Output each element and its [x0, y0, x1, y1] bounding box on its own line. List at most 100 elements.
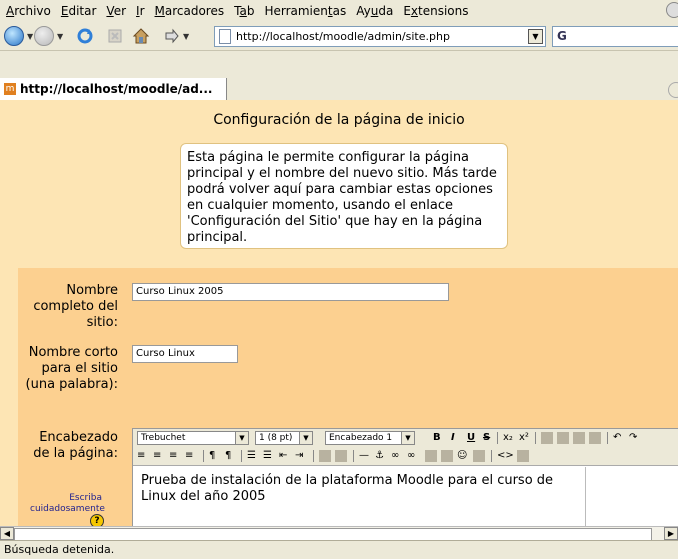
superscript-icon[interactable]: x² [519, 431, 529, 445]
stop-button[interactable] [106, 26, 124, 46]
subscript-icon[interactable]: x₂ [503, 431, 513, 445]
page-icon [219, 29, 231, 44]
html-editor[interactable]: Trebuchet ▼ 1 (8 pt) ▼ Encabezado 1 ▼ B I U… [132, 428, 678, 526]
reload-icon [77, 28, 93, 44]
scroll-right-icon[interactable]: ▶ [664, 527, 678, 540]
search-engine-icon[interactable]: G [557, 29, 567, 43]
search-box[interactable]: G [552, 26, 678, 47]
reload-button[interactable] [76, 26, 94, 46]
editor-guide-line [585, 467, 586, 526]
throbber-icon [666, 2, 678, 18]
ltr-icon[interactable]: ¶ [209, 449, 215, 463]
ordered-list-icon[interactable]: ☰ [247, 449, 256, 463]
help-text[interactable]: Escriba cuidadosamente [30, 493, 105, 515]
format-select[interactable]: Encabezado 1 ▼ [325, 431, 415, 445]
cut-icon[interactable] [557, 432, 569, 444]
forward-button[interactable]: ▼ [34, 26, 63, 46]
horizontal-rule-icon[interactable]: — [359, 449, 369, 463]
toolbar-separator [313, 450, 314, 462]
editor-content[interactable]: Prueba de instalación de la plataforma M… [141, 473, 581, 505]
header-label: Encabezado de la página: [33, 430, 118, 461]
menu-archivo[interactable]: Archivo [6, 4, 51, 18]
size-select[interactable]: 1 (8 pt) ▼ [255, 431, 313, 445]
fullname-label: Nombre completo del sitio: [33, 283, 118, 330]
underline-icon[interactable]: U [467, 431, 475, 445]
menu-accelerator: M [154, 4, 165, 18]
help-icon[interactable]: ? [90, 514, 104, 526]
go-dropdown-icon[interactable]: ▼ [183, 32, 189, 41]
indent-icon[interactable]: ⇥ [295, 449, 303, 463]
tab-close-icon[interactable] [668, 82, 678, 98]
toolbar-separator [607, 432, 608, 444]
menu-tab[interactable]: Tab [234, 4, 254, 18]
menu-extensions[interactable]: Extensions [403, 4, 468, 18]
size-select-arrow-icon: ▼ [299, 432, 312, 444]
tab-moodle[interactable]: m http://localhost/moodle/ad... [0, 78, 227, 100]
bold-icon[interactable]: B [433, 431, 441, 445]
justify-icon[interactable]: ≡ [185, 449, 193, 463]
shortname-label: Nombre corto para el sitio (una palabra)… [25, 345, 118, 392]
address-url[interactable]: http://localhost/moodle/admin/site.php [236, 30, 450, 43]
shortname-input[interactable]: Curso Linux [132, 345, 238, 363]
page-heading: Configuración de la página de inicio [213, 112, 465, 128]
menu-ver[interactable]: Ver [106, 4, 126, 18]
tab-title: http://localhost/moodle/ad... [20, 82, 213, 96]
forward-dropdown-icon[interactable]: ▼ [57, 32, 63, 41]
back-dropdown-icon[interactable]: ▼ [27, 32, 33, 41]
address-bar[interactable]: http://localhost/moodle/admin/site.php ▼ [214, 26, 546, 47]
anchor-icon[interactable]: ⚓ [375, 449, 384, 463]
fullname-input[interactable]: Curso Linux 2005 [132, 283, 449, 301]
go-arrow-icon [165, 28, 179, 44]
outdent-icon[interactable]: ⇤ [279, 449, 287, 463]
menu-ayuda[interactable]: Ayuda [356, 4, 393, 18]
align-center-icon[interactable]: ≡ [153, 449, 161, 463]
special-char-icon[interactable] [473, 450, 485, 462]
font-select-value: Trebuchet [141, 433, 186, 443]
menu-herramientas[interactable]: Herramientas [264, 4, 346, 18]
status-bar: Búsqueda detenida. [0, 540, 678, 559]
page-viewport: Configuración de la página de inicio Est… [0, 100, 678, 526]
menu-ir[interactable]: Ir [136, 4, 144, 18]
redo-icon[interactable]: ↷ [629, 431, 637, 445]
address-dropdown-icon[interactable]: ▼ [528, 29, 543, 44]
background-color-icon[interactable] [335, 450, 347, 462]
paste-icon[interactable] [573, 432, 585, 444]
italic-icon[interactable]: I [451, 431, 455, 445]
horizontal-scrollbar[interactable]: ◀ ▶ [0, 526, 678, 541]
table-icon[interactable] [441, 450, 453, 462]
navigation-toolbar: ▼ ▼ ▼ http://localhost/moodle/admin/site… [0, 22, 678, 51]
menu-marcadores[interactable]: Marcadores [155, 4, 225, 18]
editor-toolbar-2: ≡ ≡ ≡ ≡ ¶ ¶ ☰ ☰ ⇤ ⇥ — ⚓ ∞ ∞ ☺ <> [133, 447, 678, 466]
link-icon[interactable]: ∞ [391, 449, 399, 463]
menu-editar[interactable]: Editar [61, 4, 97, 18]
rtl-icon[interactable]: ¶ [225, 449, 231, 463]
undo-icon[interactable]: ↶ [613, 431, 621, 445]
menu-accelerator: I [136, 4, 140, 18]
home-icon [132, 28, 150, 44]
info-text: Esta página le permite configurar la pág… [187, 150, 497, 245]
fullscreen-icon[interactable] [517, 450, 529, 462]
unordered-list-icon[interactable]: ☰ [263, 449, 272, 463]
clean-word-icon[interactable] [589, 432, 601, 444]
menu-accelerator: A [6, 4, 15, 18]
go-menu-button[interactable]: ▼ [164, 26, 189, 46]
image-icon[interactable] [425, 450, 437, 462]
editor-toolbar-1: Trebuchet ▼ 1 (8 pt) ▼ Encabezado 1 ▼ B I U… [133, 429, 678, 447]
html-source-icon[interactable]: <> [497, 449, 514, 463]
align-right-icon[interactable]: ≡ [169, 449, 177, 463]
menu-accelerator: E [60, 4, 69, 18]
align-left-icon[interactable]: ≡ [137, 449, 145, 463]
strikethrough-icon[interactable]: S [483, 431, 490, 445]
copy-icon[interactable] [541, 432, 553, 444]
back-button[interactable]: ▼ [4, 26, 33, 46]
home-button[interactable] [132, 26, 150, 46]
unlink-icon[interactable]: ∞ [407, 449, 415, 463]
text-color-icon[interactable] [319, 450, 331, 462]
menu-bar: Archivo Editar Ver Ir Marcadores Tab Her… [0, 0, 678, 22]
toolbar-separator [491, 450, 492, 462]
font-select[interactable]: Trebuchet ▼ [137, 431, 249, 445]
toolbar-separator [353, 450, 354, 462]
font-select-arrow-icon: ▼ [235, 432, 248, 444]
smiley-icon[interactable]: ☺ [457, 449, 467, 463]
scroll-left-icon[interactable]: ◀ [0, 527, 14, 540]
